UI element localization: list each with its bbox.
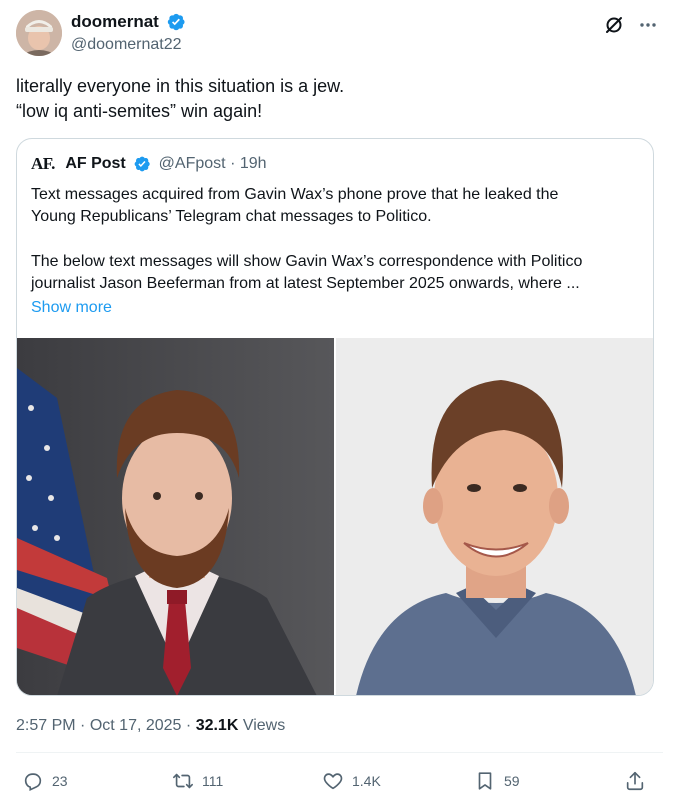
quoted-age[interactable]: 19h [240, 155, 267, 172]
bookmark-icon [478, 772, 492, 790]
like-button[interactable]: 1.4K [322, 768, 381, 794]
avatar[interactable] [16, 10, 62, 56]
media-photo-left[interactable] [17, 338, 334, 695]
quoted-text-line: journalist Jason Beeferman from at lates… [31, 275, 580, 292]
quoted-handle[interactable]: @AFpost [159, 155, 226, 172]
quoted-tweet-header: AF. AF Post @AFpost · 19h [31, 154, 267, 176]
author-display-name[interactable]: doomernat [71, 11, 159, 33]
action-bar: 23 111 1.4K 59 [16, 768, 663, 794]
tweet-time[interactable]: 2:57 PM [16, 717, 76, 734]
quoted-text-line: The below text messages will show Gavin … [31, 253, 583, 270]
meta-separator: · [185, 717, 192, 734]
divider [16, 752, 663, 753]
reply-button[interactable]: 23 [22, 768, 68, 794]
tweet-date[interactable]: Oct 17, 2025 [90, 717, 182, 734]
quoted-tweet-text: Text messages acquired from Gavin Wax’s … [31, 184, 643, 295]
quoted-text-line: Young Republicans’ Telegram chat message… [31, 208, 432, 225]
grok-icon[interactable] [603, 14, 625, 36]
quoted-media [17, 338, 653, 695]
bookmark-button[interactable]: 59 [474, 768, 520, 794]
tweet-header: doomernat @doomernat22 [16, 10, 663, 58]
quoted-avatar-logo: AF. [31, 154, 55, 173]
views-count: 32.1K [195, 717, 239, 734]
share-button[interactable] [624, 768, 654, 794]
meta-separator: · [80, 717, 86, 734]
media-photo-right[interactable] [336, 338, 653, 695]
tweet-text-line: literally everyone in this situation is … [16, 76, 345, 96]
views-label: Views [242, 717, 286, 734]
like-count: 1.4K [352, 773, 381, 789]
reply-count: 23 [52, 773, 68, 789]
quoted-display-name[interactable]: AF Post [65, 155, 125, 172]
author-handle[interactable]: @doomernat22 [71, 34, 186, 56]
more-options-icon[interactable] [637, 14, 659, 36]
reply-icon [24, 773, 42, 792]
quoted-text-line: Text messages acquired from Gavin Wax’s … [31, 186, 559, 203]
quoted-separator: · [230, 155, 236, 172]
share-icon [626, 771, 644, 791]
repost-count: 111 [202, 773, 224, 789]
quoted-tweet[interactable]: AF. AF Post @AFpost · 19h Text messages … [16, 138, 654, 696]
repost-icon [173, 773, 193, 789]
author-block: doomernat @doomernat22 [71, 11, 186, 56]
bookmark-count: 59 [504, 773, 520, 789]
verified-badge-icon [166, 12, 186, 32]
verified-badge-icon [133, 155, 151, 173]
tweet-text-line: “low iq anti-semites” win again! [16, 101, 263, 121]
tweet-text: literally everyone in this situation is … [16, 74, 656, 124]
show-more-link[interactable]: Show more [31, 297, 112, 319]
repost-button[interactable]: 111 [172, 768, 223, 794]
tweet-meta: 2:57 PM · Oct 17, 2025 · 32.1K Views [16, 716, 285, 736]
heart-icon [323, 773, 343, 790]
